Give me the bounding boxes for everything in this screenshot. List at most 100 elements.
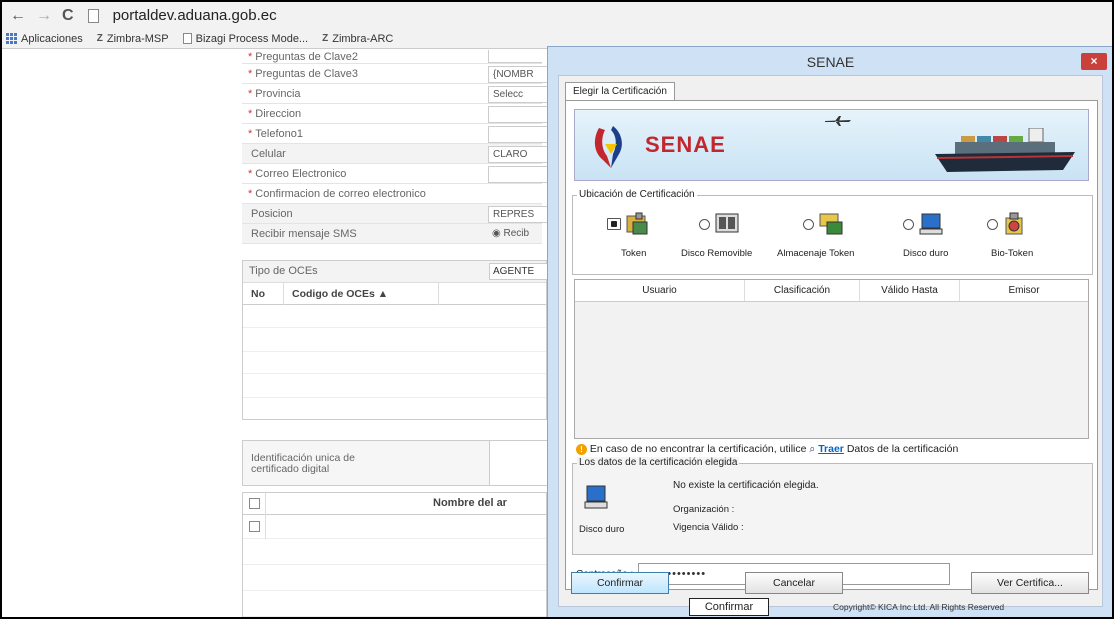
device-label: Disco duro bbox=[579, 524, 625, 535]
cert-id-label: Identificación unica de certificado digi… bbox=[251, 452, 355, 475]
view-certificate-button[interactable]: Ver Certifica... bbox=[971, 572, 1089, 594]
dialog-title: SENAE bbox=[806, 54, 855, 70]
bookmark-bizagi[interactable]: Bizagi Process Mode... bbox=[182, 33, 308, 45]
email-input[interactable] bbox=[488, 166, 548, 183]
option-storage-token[interactable] bbox=[803, 212, 844, 236]
cargo-ship-icon bbox=[935, 128, 1075, 172]
option-label: Disco Removible bbox=[681, 248, 753, 259]
page-icon bbox=[87, 8, 99, 23]
oces-panel: Tipo de OCEs AGENTE No Codigo de OCEs ▲ bbox=[242, 260, 549, 420]
hard-disk-radio[interactable] bbox=[903, 218, 914, 230]
brand-title: SENAE bbox=[645, 132, 726, 157]
certificate-table: Usuario Clasificación Válido Hasta Emiso… bbox=[574, 279, 1089, 439]
field-label: Provincia bbox=[255, 87, 301, 100]
senae-logo-icon bbox=[594, 126, 622, 168]
option-label: Almacenaje Token bbox=[777, 248, 855, 259]
carrier-select[interactable]: CLARO bbox=[488, 146, 548, 163]
tab-panel: SENAE Ubicación de Certificación Token D… bbox=[565, 100, 1098, 590]
option-label: Token bbox=[621, 248, 647, 259]
address-input[interactable] bbox=[488, 106, 548, 123]
col-no: No bbox=[251, 288, 265, 300]
form-row: Posicion REPRES bbox=[242, 204, 548, 224]
close-button[interactable]: × bbox=[1081, 53, 1107, 70]
oces-type-select[interactable]: AGENTE bbox=[489, 263, 549, 280]
field-label: Correo Electronico bbox=[255, 167, 347, 180]
token-icon bbox=[626, 212, 648, 235]
form-row: * Telefono1 bbox=[242, 124, 548, 144]
cancel-button[interactable]: Cancelar bbox=[745, 572, 843, 594]
screenshot-frame: ← → C portaldev.aduana.gob.ec Aplicacion… bbox=[0, 0, 1114, 619]
option-bio-token[interactable] bbox=[987, 212, 1028, 236]
files-table: Nombre del ar bbox=[242, 492, 547, 617]
option-token[interactable] bbox=[607, 212, 651, 236]
zimbra-icon: Z bbox=[322, 33, 329, 44]
files-header: Nombre del ar bbox=[243, 493, 546, 515]
form-row: Celular CLARO bbox=[242, 144, 548, 164]
col-valid-until[interactable]: Válido Hasta bbox=[860, 280, 960, 301]
sms-radio[interactable]: ◉ Recib bbox=[488, 226, 548, 243]
oces-table-header: No Codigo de OCEs ▲ bbox=[243, 283, 546, 305]
help-tip: ! En caso de no encontrar la certificaci… bbox=[576, 443, 958, 456]
field-label: Preguntas de Clave2 bbox=[255, 50, 359, 63]
storage-token-icon bbox=[819, 213, 843, 235]
senae-banner: SENAE bbox=[574, 109, 1089, 181]
field-label: Direccion bbox=[255, 107, 302, 120]
field-label: Confirmacion de correo electronico bbox=[255, 187, 426, 200]
cert-id-field[interactable] bbox=[489, 441, 549, 485]
magnifier-icon: ⌕ bbox=[809, 443, 816, 455]
forward-button[interactable]: → bbox=[36, 7, 52, 25]
address-bar[interactable]: portaldev.aduana.gob.ec bbox=[113, 7, 277, 24]
field-label: Posicion bbox=[251, 207, 293, 220]
token-radio[interactable] bbox=[607, 218, 621, 230]
hard-disk-icon bbox=[919, 213, 943, 235]
col-user[interactable]: Usuario bbox=[575, 280, 745, 301]
bottom-confirm-button[interactable]: Confirmar bbox=[689, 598, 769, 616]
col-oces-code[interactable]: Codigo de OCEs ▲ bbox=[283, 283, 388, 305]
warning-icon: ! bbox=[576, 443, 587, 455]
field-select[interactable]: {NOMBR bbox=[488, 66, 548, 83]
storage-token-radio[interactable] bbox=[803, 218, 814, 230]
option-label: Disco duro bbox=[903, 248, 949, 259]
field-input[interactable] bbox=[488, 50, 542, 63]
no-cert-message: No existe la certificación elegida. bbox=[673, 480, 819, 491]
cert-id-panel: Identificación unica de certificado digi… bbox=[242, 440, 549, 486]
field-label: Celular bbox=[251, 147, 286, 160]
position-select[interactable]: REPRES bbox=[488, 206, 548, 223]
removable-disk-radio[interactable] bbox=[699, 218, 710, 230]
phone-input[interactable] bbox=[488, 126, 548, 143]
reload-button[interactable]: C bbox=[62, 7, 74, 25]
copyright-text: Copyright© KICA Inc Ltd. All Rights Rese… bbox=[833, 602, 1005, 612]
col-file-name: Nombre del ar bbox=[433, 497, 507, 509]
select-all-checkbox[interactable] bbox=[249, 498, 260, 509]
form-row: * Preguntas de Clave3 {NOMBR bbox=[242, 64, 548, 84]
file-row bbox=[243, 515, 546, 539]
option-removable-disk[interactable] bbox=[699, 212, 740, 236]
bookmark-apps[interactable]: Aplicaciones bbox=[6, 33, 83, 45]
form-row: * Provincia Selecc bbox=[242, 84, 548, 104]
option-hard-disk[interactable] bbox=[903, 212, 944, 236]
row-checkbox[interactable] bbox=[249, 521, 260, 532]
selected-cert-group: Los datos de la certificación elegida Di… bbox=[572, 457, 1093, 555]
form-row: * Correo Electronico bbox=[242, 164, 548, 184]
col-issuer[interactable]: Emisor bbox=[960, 280, 1088, 301]
col-classification[interactable]: Clasificación bbox=[745, 280, 860, 301]
tab-select-certificate[interactable]: Elegir la Certificación bbox=[565, 82, 675, 101]
bio-token-radio[interactable] bbox=[987, 218, 998, 230]
form-row: * Preguntas de Clave2 bbox=[242, 50, 542, 64]
form-row: * Direccion bbox=[242, 104, 548, 124]
bookmark-zimbra-arc[interactable]: Z Zimbra-ARC bbox=[322, 33, 393, 45]
bookmark-label: Zimbra-MSP bbox=[106, 32, 169, 45]
bookmark-zimbra-msp[interactable]: Z Zimbra-MSP bbox=[97, 33, 169, 45]
browser-toolbar: ← → C portaldev.aduana.gob.ec bbox=[2, 2, 1112, 29]
airplane-icon bbox=[825, 116, 851, 126]
province-select[interactable]: Selecc bbox=[488, 86, 548, 103]
removable-disk-icon bbox=[715, 213, 739, 233]
selected-cert-legend: Los datos de la certificación elegida bbox=[577, 457, 740, 468]
fetch-link[interactable]: Traer bbox=[818, 443, 844, 455]
back-button[interactable]: ← bbox=[10, 7, 26, 25]
form-row: * Confirmacion de correo electronico bbox=[242, 184, 542, 204]
field-label: Telefono1 bbox=[255, 127, 303, 140]
document-icon bbox=[182, 33, 192, 44]
zimbra-icon: Z bbox=[96, 33, 103, 44]
confirm-button[interactable]: Confirmar bbox=[571, 572, 669, 594]
